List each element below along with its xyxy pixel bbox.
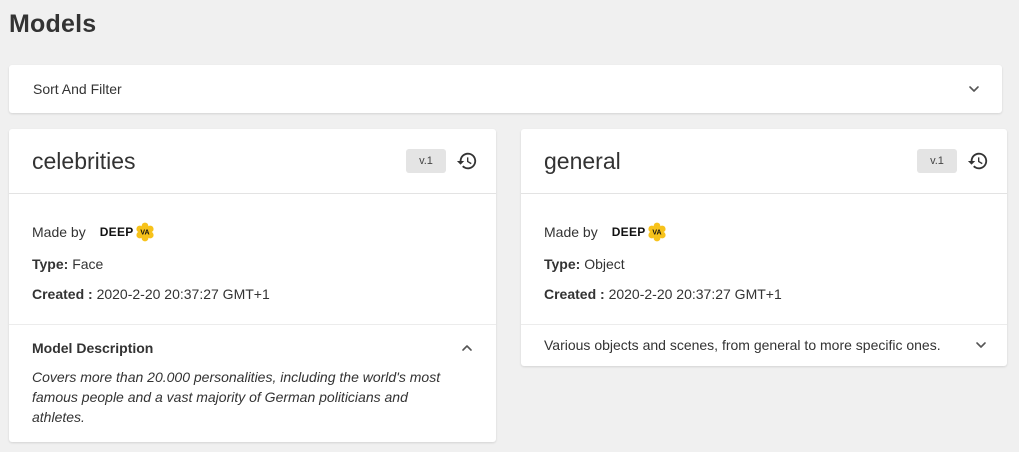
sort-and-filter-toggle[interactable]: Sort And Filter — [9, 65, 1002, 113]
type-label: Type: — [544, 256, 581, 272]
brand-text: DEEP — [99, 225, 134, 239]
model-description-toggle[interactable]: Model Description — [32, 337, 473, 359]
created-label: Created : — [32, 286, 93, 302]
brand-badge-text: VA — [140, 230, 149, 237]
type-row: Type: Object — [544, 256, 984, 272]
chevron-up-icon — [462, 345, 472, 351]
model-name: celebrities — [32, 147, 136, 174]
model-details: Made by DEEP VA Type: Face Created: 202… — [9, 194, 496, 325]
type-value: Object — [584, 256, 625, 272]
version-badge: v.1 — [406, 149, 446, 173]
model-name: general — [544, 147, 621, 174]
model-card-header: general v.1 — [521, 129, 1007, 194]
history-icon[interactable] — [456, 150, 478, 172]
models-page: Models Sort And Filter celebrities v.1 M… — [0, 0, 1019, 452]
model-description-section: Model Description Covers more than 20.00… — [9, 325, 496, 427]
made-by-label: Made by — [544, 224, 598, 240]
chevron-down-icon — [976, 342, 986, 348]
brand-flower-icon: VA — [135, 222, 154, 242]
model-description-title: Model Description — [32, 340, 154, 356]
sort-and-filter-label: Sort And Filter — [33, 81, 122, 97]
type-row: Type: Face — [32, 256, 473, 272]
deepva-logo: DEEP VA — [612, 222, 667, 242]
type-label: Type: — [32, 256, 69, 272]
created-value: 2020-2-20 20:37:27 GMT+1 — [96, 286, 270, 302]
history-icon[interactable] — [967, 150, 989, 172]
type-value: Face — [72, 256, 104, 272]
model-card-general: general v.1 Made by DEEP VA Type: Object… — [521, 129, 1007, 366]
created-row: Created : 2020-2-20 20:37:27 GMT+1 — [32, 286, 473, 302]
model-details: Made by DEEP VA Type: Object Created: 2… — [521, 194, 1007, 325]
created-label: Created : — [544, 286, 605, 302]
made-by-label: Made by — [32, 224, 86, 240]
deepva-logo: DEEP VA — [100, 222, 155, 242]
model-card-celebrities: celebrities v.1 Made by DEEP VA Type: Fa… — [9, 129, 496, 442]
created-value: 2020-2-20 20:37:27 GMT+1 — [608, 286, 782, 302]
created-row: Created : 2020-2-20 20:37:27 GMT+1 — [544, 286, 984, 302]
brand-badge-text: VA — [652, 230, 661, 237]
model-description-toggle[interactable]: Various objects and scenes, from general… — [521, 325, 1007, 365]
page-title: Models — [9, 10, 97, 38]
chevron-down-icon — [969, 86, 979, 92]
model-short-description: Various objects and scenes, from general… — [544, 337, 941, 353]
model-description-text: Covers more than 20.000 personalities, i… — [32, 369, 441, 425]
brand-flower-icon: VA — [647, 222, 666, 242]
brand-text: DEEP — [611, 225, 646, 239]
version-badge: v.1 — [917, 149, 957, 173]
model-card-header: celebrities v.1 — [9, 129, 496, 194]
